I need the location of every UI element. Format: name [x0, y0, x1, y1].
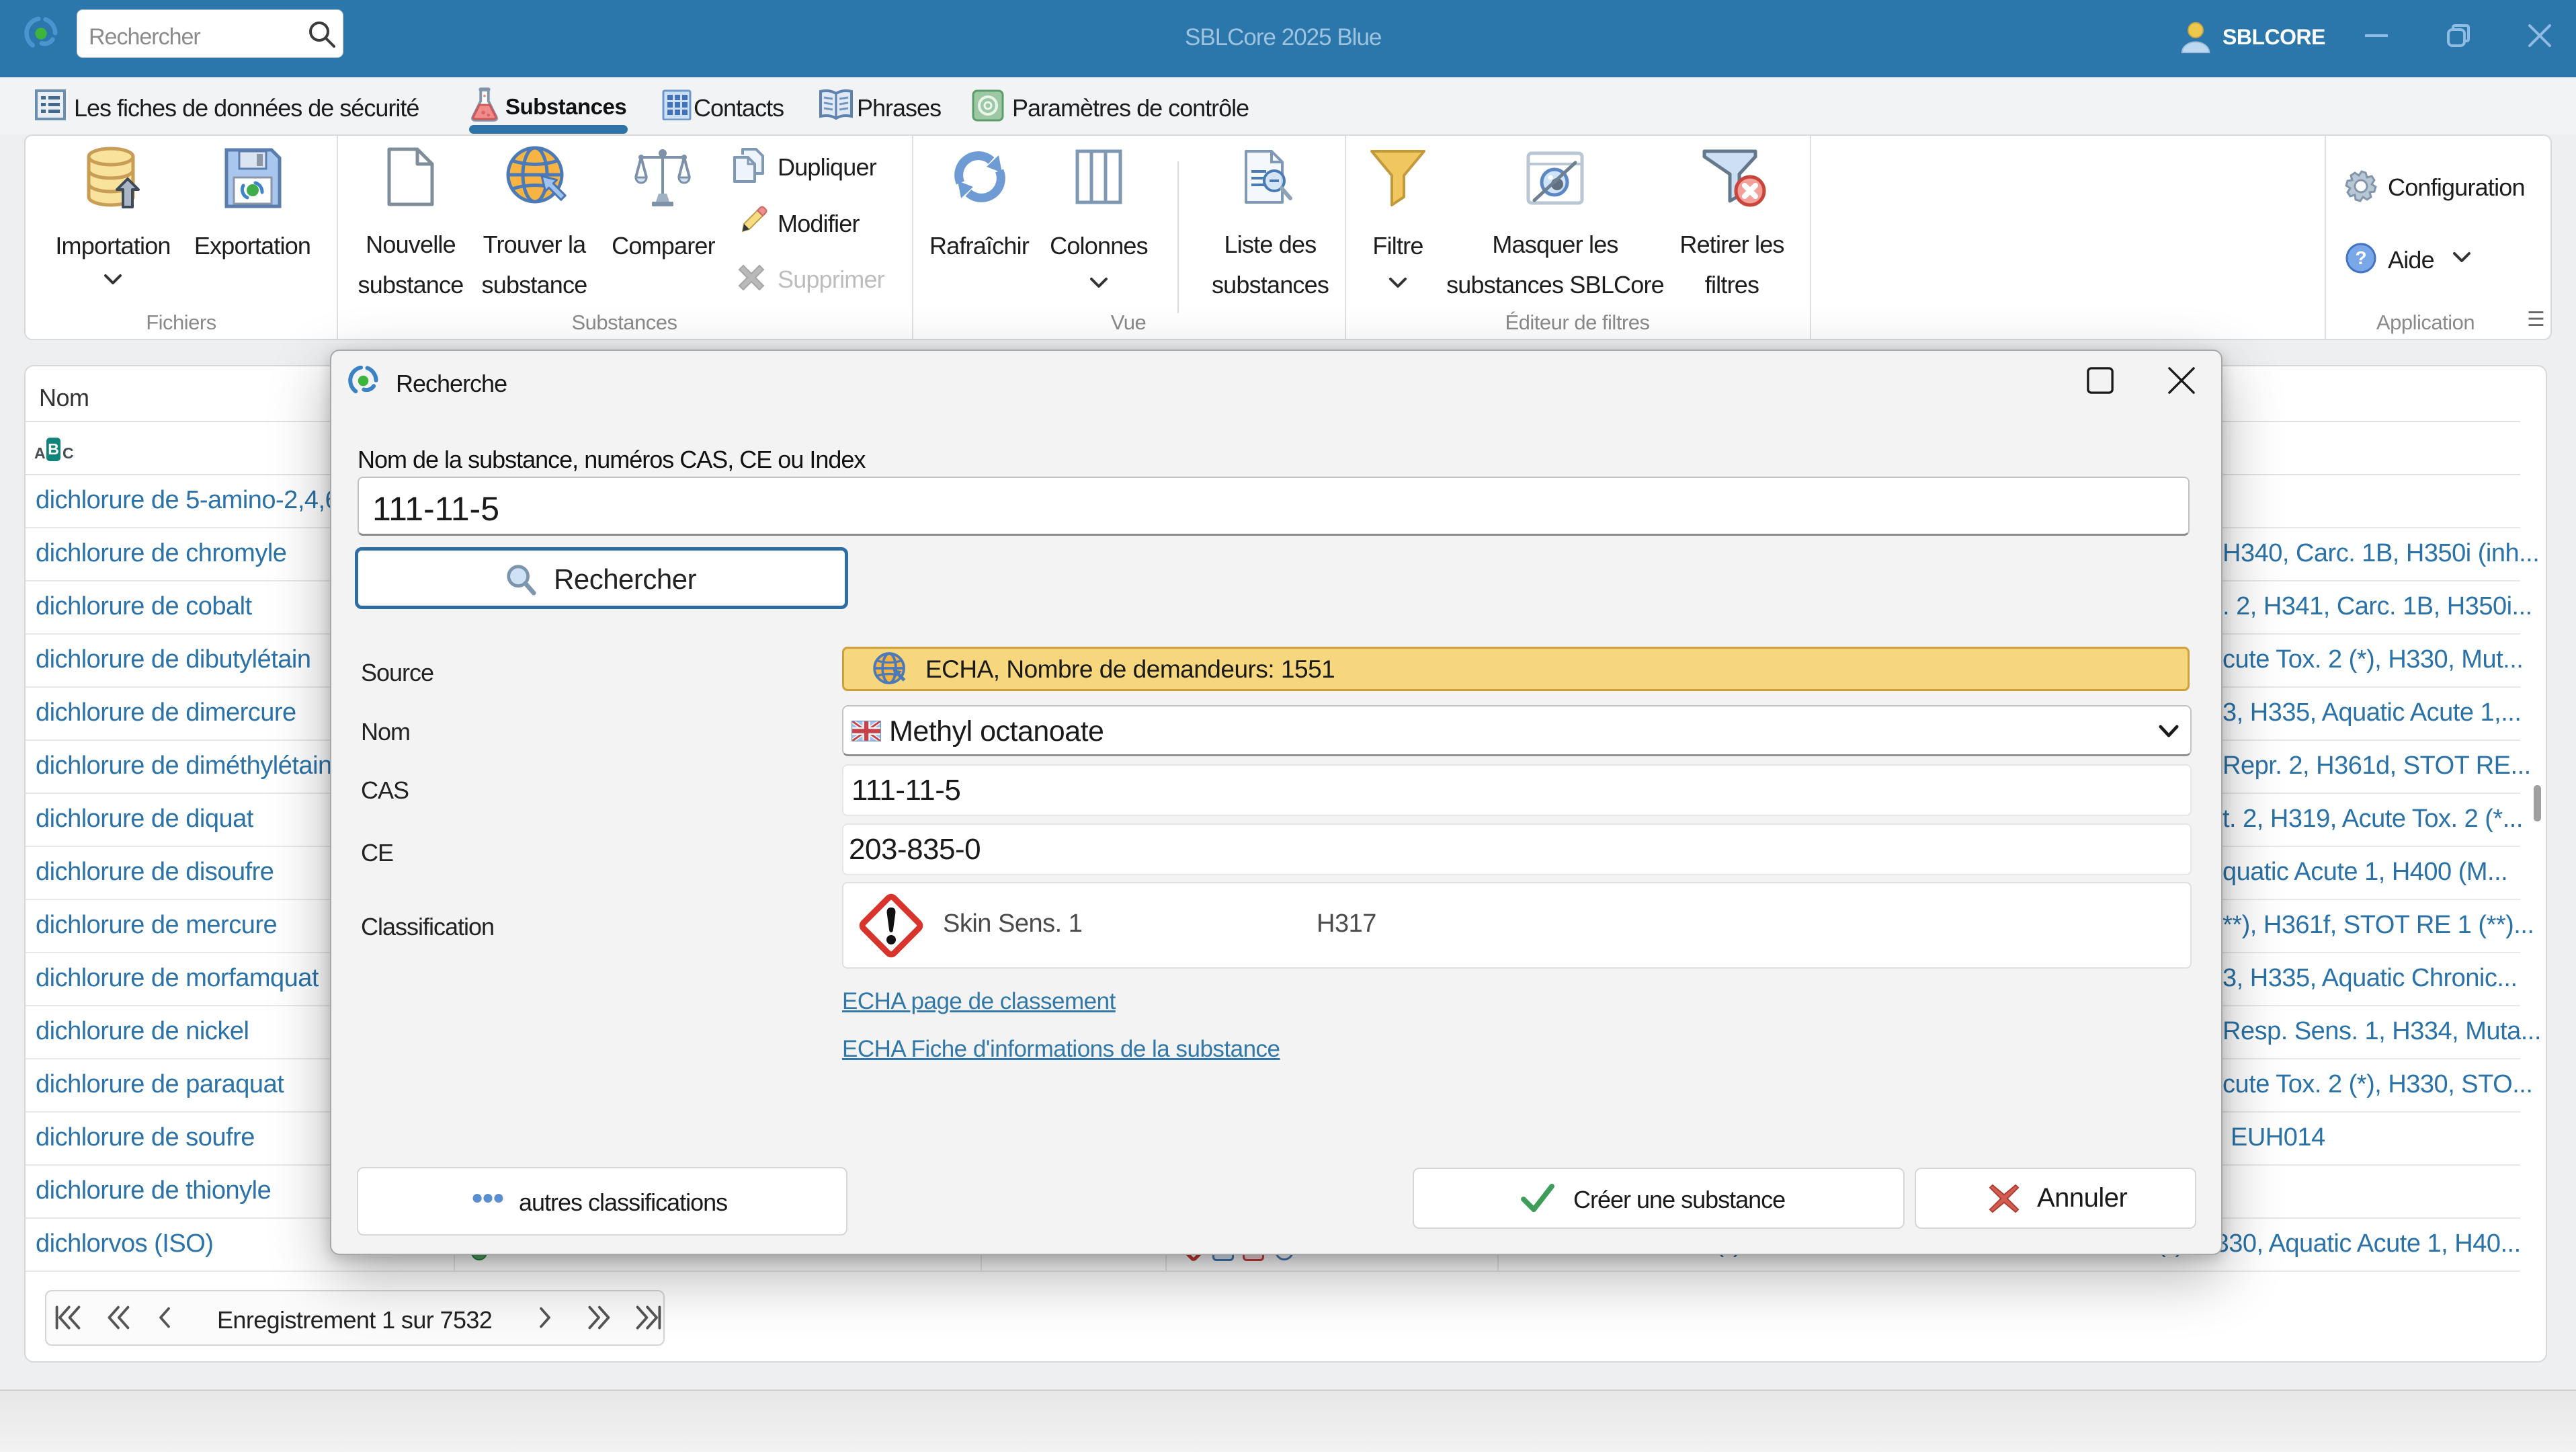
svg-text:?: ? — [2355, 247, 2366, 268]
